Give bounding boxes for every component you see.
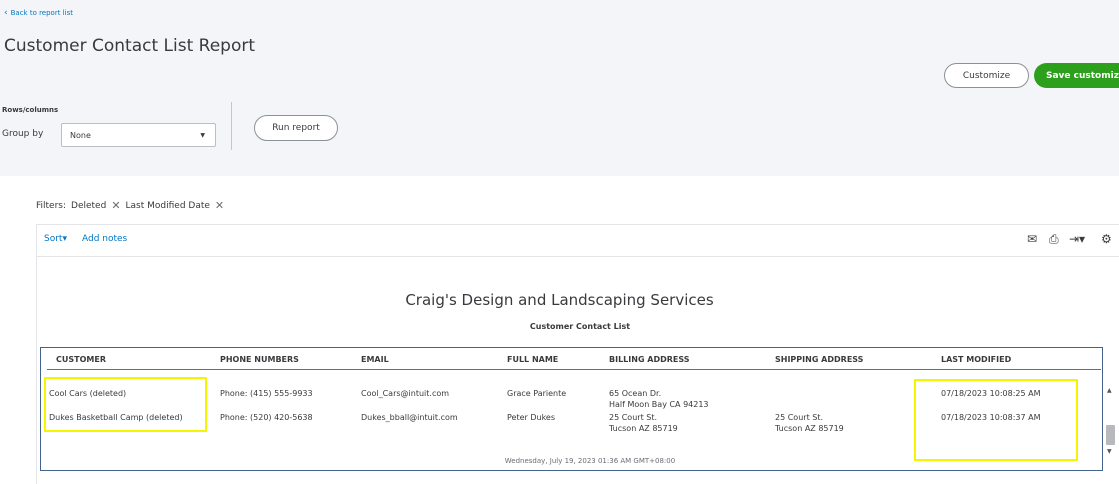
cell-billing-line2: Tucson AZ 85719 — [609, 424, 678, 433]
cell-phone: Phone: (415) 555-9933 — [220, 389, 313, 398]
cell-full-name: Peter Dukes — [507, 413, 556, 422]
filter-deleted: Deleted — [71, 200, 107, 211]
column-header-phone[interactable]: PHONE NUMBERS — [220, 355, 299, 364]
report-toolbar: Sort▾ Add notes ✉ ⎙ ⇥▾ ⚙ — [36, 224, 1119, 257]
print-icon[interactable]: ⎙ — [1049, 232, 1059, 247]
column-header-customer[interactable]: CUSTOMER — [56, 355, 106, 364]
back-link-label: Back to report list — [10, 9, 73, 17]
column-header-full-name[interactable]: FULL NAME — [507, 355, 558, 364]
cell-billing-line1: 65 Ocean Dr. — [609, 389, 662, 398]
cell-full-name: Grace Pariente — [507, 389, 567, 398]
scroll-up-icon[interactable]: ▲ — [1107, 387, 1112, 394]
cell-shipping-line2: Tucson AZ 85719 — [775, 424, 844, 433]
cell-email: Dukes_bball@intuit.com — [361, 413, 458, 422]
close-icon[interactable]: ✕ — [215, 199, 224, 212]
column-header-last-modified[interactable]: LAST MODIFIED — [941, 355, 1011, 364]
header-divider — [47, 369, 1101, 370]
filters-bar: Filters: Deleted ✕ Last Modified Date ✕ — [36, 199, 224, 212]
group-by-label: Group by — [2, 129, 44, 139]
cell-phone: Phone: (520) 420-5638 — [220, 413, 313, 422]
filters-label: Filters: — [36, 200, 67, 211]
cell-shipping-line1: 25 Court St. — [775, 413, 823, 422]
controls-divider — [231, 102, 232, 150]
column-header-shipping-address[interactable]: SHIPPING ADDRESS — [775, 355, 863, 364]
export-icon[interactable]: ⇥▾ — [1069, 232, 1085, 246]
caret-down-icon: ▼ — [200, 131, 205, 139]
highlight-box-customers — [44, 377, 207, 432]
run-report-button[interactable]: Run report — [254, 115, 338, 141]
highlight-box-last-modified — [914, 379, 1078, 461]
company-name: Craig's Design and Landscaping Services — [405, 291, 714, 309]
sort-dropdown[interactable]: Sort▾ — [44, 234, 67, 244]
filter-last-modified-date: Last Modified Date — [125, 200, 210, 211]
column-header-billing-address[interactable]: BILLING ADDRESS — [609, 355, 690, 364]
cell-billing-line2: Half Moon Bay CA 94213 — [609, 400, 709, 409]
close-icon[interactable]: ✕ — [111, 199, 120, 212]
customize-button[interactable]: Customize — [944, 63, 1029, 88]
group-by-select[interactable]: None ▼ — [61, 123, 216, 147]
cell-email: Cool_Cars@intuit.com — [361, 389, 450, 398]
save-customization-button[interactable]: Save customiz — [1034, 63, 1119, 88]
scroll-down-icon[interactable]: ▼ — [1107, 448, 1112, 455]
cell-billing-line1: 25 Court St. — [609, 413, 657, 422]
column-header-email[interactable]: EMAIL — [361, 355, 389, 364]
report-name: Customer Contact List — [529, 322, 631, 331]
group-by-value: None — [70, 130, 91, 140]
scrollbar-thumb[interactable] — [1106, 425, 1115, 445]
gear-icon[interactable]: ⚙ — [1101, 232, 1112, 246]
chevron-left-icon: ‹ — [4, 7, 8, 18]
back-to-report-list-link[interactable]: ‹ Back to report list — [4, 7, 73, 18]
add-notes-link[interactable]: Add notes — [82, 234, 127, 244]
page-title: Customer Contact List Report — [4, 36, 255, 56]
rows-columns-label: Rows/columns — [2, 106, 59, 114]
email-icon[interactable]: ✉ — [1027, 232, 1037, 246]
report-header-panel: ‹ Back to report list Customer Contact L… — [0, 0, 1119, 176]
